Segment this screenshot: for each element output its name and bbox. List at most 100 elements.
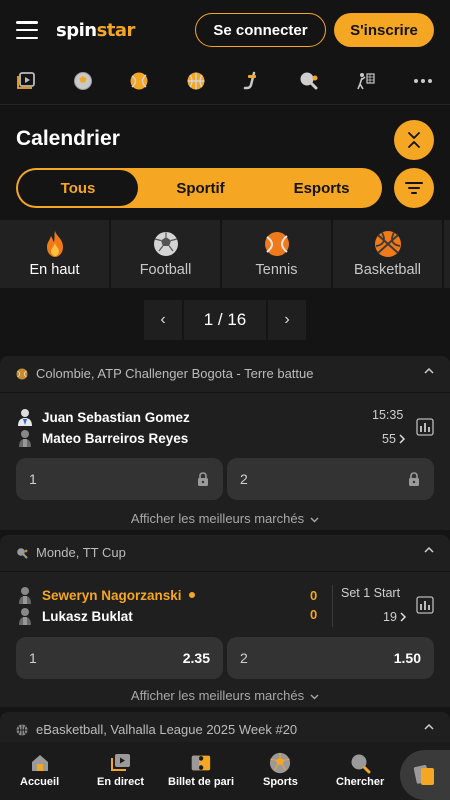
filter-icon: [405, 182, 423, 194]
markets-count-link[interactable]: 19: [383, 610, 407, 624]
category-label: En haut: [29, 262, 80, 278]
player-row[interactable]: Lukasz Buklat: [16, 607, 133, 625]
chevron-right-icon: [399, 434, 405, 444]
league-name: Monde, TT Cup: [36, 545, 126, 560]
basketball-icon[interactable]: [185, 70, 207, 92]
score-player2: 0: [310, 607, 318, 622]
odds-button[interactable]: 2: [227, 458, 434, 500]
markets-count-link[interactable]: 55: [382, 432, 406, 446]
player-row[interactable]: Seweryn Nagorzanski: [16, 586, 195, 604]
logo[interactable]: spinstar: [56, 20, 135, 41]
tab-sportif[interactable]: Sportif: [140, 168, 261, 208]
sports-ball-icon: [269, 752, 291, 774]
category-en-haut[interactable]: En haut: [0, 220, 109, 288]
markets-count: 55: [382, 432, 396, 446]
table-tennis-icon[interactable]: [298, 70, 320, 92]
chevron-down-icon: [310, 517, 319, 523]
collapse-button[interactable]: [394, 120, 434, 160]
hockey-icon[interactable]: [242, 70, 264, 92]
category-next-peek[interactable]: [444, 220, 450, 288]
statistics-icon[interactable]: [416, 596, 434, 614]
odds-label: 2: [240, 650, 248, 666]
player-name: Mateo Barreiros Reyes: [42, 430, 189, 446]
next-page-button[interactable]: ›: [268, 300, 306, 340]
chevron-up-icon[interactable]: [424, 367, 434, 375]
player-row[interactable]: Mateo Barreiros Reyes: [16, 429, 188, 447]
category-football[interactable]: Football: [111, 220, 220, 288]
menu-icon[interactable]: [16, 21, 38, 39]
table-tennis-icon: [17, 547, 28, 558]
filter-button[interactable]: [394, 168, 434, 208]
nav-label: Billet de pari: [168, 776, 235, 788]
login-button[interactable]: Se connecter: [195, 13, 326, 47]
event-card-header[interactable]: Monde, TT Cup: [16, 545, 434, 560]
lock-icon: [409, 472, 419, 486]
event-card-header[interactable]: eBasketball, Valhalla League 2025 Week #…: [16, 722, 434, 737]
player-avatar-icon: [19, 587, 31, 604]
player-name: Seweryn Nagorzanski: [42, 587, 182, 603]
match-status: Set 1 Start: [341, 586, 401, 600]
app-page: spinstar Se connecter S'inscrire Calendr…: [0, 0, 450, 800]
card-divider: [0, 571, 450, 572]
player-avatar-icon: [19, 430, 31, 447]
show-more-markets[interactable]: Afficher les meilleurs marchés: [0, 688, 450, 703]
nav-label: Chercher: [336, 776, 385, 788]
card-divider: [0, 392, 450, 393]
match-time: 15:35: [372, 408, 404, 422]
odds-button[interactable]: 1: [16, 458, 223, 500]
basketball-icon: [374, 230, 402, 258]
odds-label: 1: [29, 471, 37, 487]
tab-esports[interactable]: Esports: [261, 168, 382, 208]
cards-icon: [413, 765, 434, 785]
tennis-icon[interactable]: [128, 70, 150, 92]
nav-accueil[interactable]: Accueil: [20, 752, 59, 788]
category-label: Basketball: [354, 262, 421, 278]
football-icon[interactable]: [72, 70, 94, 92]
odds-button[interactable]: 1 2.35: [16, 637, 223, 679]
player-row[interactable]: Juan Sebastian Gomez: [16, 408, 190, 426]
bottom-navigation: Accueil En direct Billet de pari Sports …: [0, 742, 450, 800]
live-icon: [110, 752, 132, 774]
category-basketball[interactable]: Basketball: [333, 220, 442, 288]
virtual-sports-icon[interactable]: [15, 70, 37, 92]
more-icon[interactable]: [412, 70, 434, 92]
show-more-label: Afficher les meilleurs marchés: [130, 511, 305, 526]
category-label: Tennis: [255, 262, 298, 278]
tennis-ball-icon: [16, 368, 28, 379]
nav-en-direct[interactable]: En direct: [97, 752, 144, 788]
lock-icon: [198, 472, 208, 486]
serving-indicator: [188, 592, 195, 598]
betslip-floating-button[interactable]: [400, 750, 450, 800]
nav-billet-de-pari[interactable]: Billet de pari: [168, 752, 234, 788]
volleyball-icon[interactable]: [354, 70, 376, 92]
league-name: eBasketball, Valhalla League 2025 Week #…: [36, 722, 298, 737]
odds-button[interactable]: 2 1.50: [227, 637, 434, 679]
football-icon: [152, 230, 180, 258]
odds-value: 2.35: [182, 650, 210, 666]
event-card: Monde, TT Cup Seweryn Nagorzanski Lukasz…: [0, 535, 450, 707]
statistics-icon[interactable]: [416, 418, 434, 436]
player-name: Lukasz Buklat: [42, 608, 133, 624]
sport-category-tabs: En haut Football Tennis Basketball: [0, 220, 450, 288]
category-label: Football: [139, 262, 192, 278]
logo-text-star: star: [96, 19, 136, 41]
search-icon: [349, 752, 371, 774]
calendar-tabs: Tous Sportif Esports: [16, 168, 382, 208]
nav-label: Sports: [263, 776, 298, 788]
category-tennis[interactable]: Tennis: [222, 220, 331, 288]
chevron-right-icon: [400, 612, 406, 622]
basketball-icon: [16, 724, 28, 735]
nav-sports[interactable]: Sports: [263, 752, 298, 788]
chevron-up-icon[interactable]: [424, 546, 434, 554]
tab-tous[interactable]: Tous: [18, 170, 138, 206]
odds-value: 1.50: [393, 650, 421, 666]
nav-chercher[interactable]: Chercher: [336, 752, 384, 788]
event-card-header[interactable]: Colombie, ATP Challenger Bogota - Terre …: [16, 366, 434, 381]
chevron-up-icon[interactable]: [424, 723, 434, 731]
show-more-markets[interactable]: Afficher les meilleurs marchés: [0, 511, 450, 526]
prev-page-button[interactable]: ‹: [144, 300, 182, 340]
collapse-icon: [408, 132, 420, 148]
tennis-icon: [263, 230, 291, 258]
fire-icon: [41, 230, 69, 258]
signup-button[interactable]: S'inscrire: [334, 13, 434, 47]
